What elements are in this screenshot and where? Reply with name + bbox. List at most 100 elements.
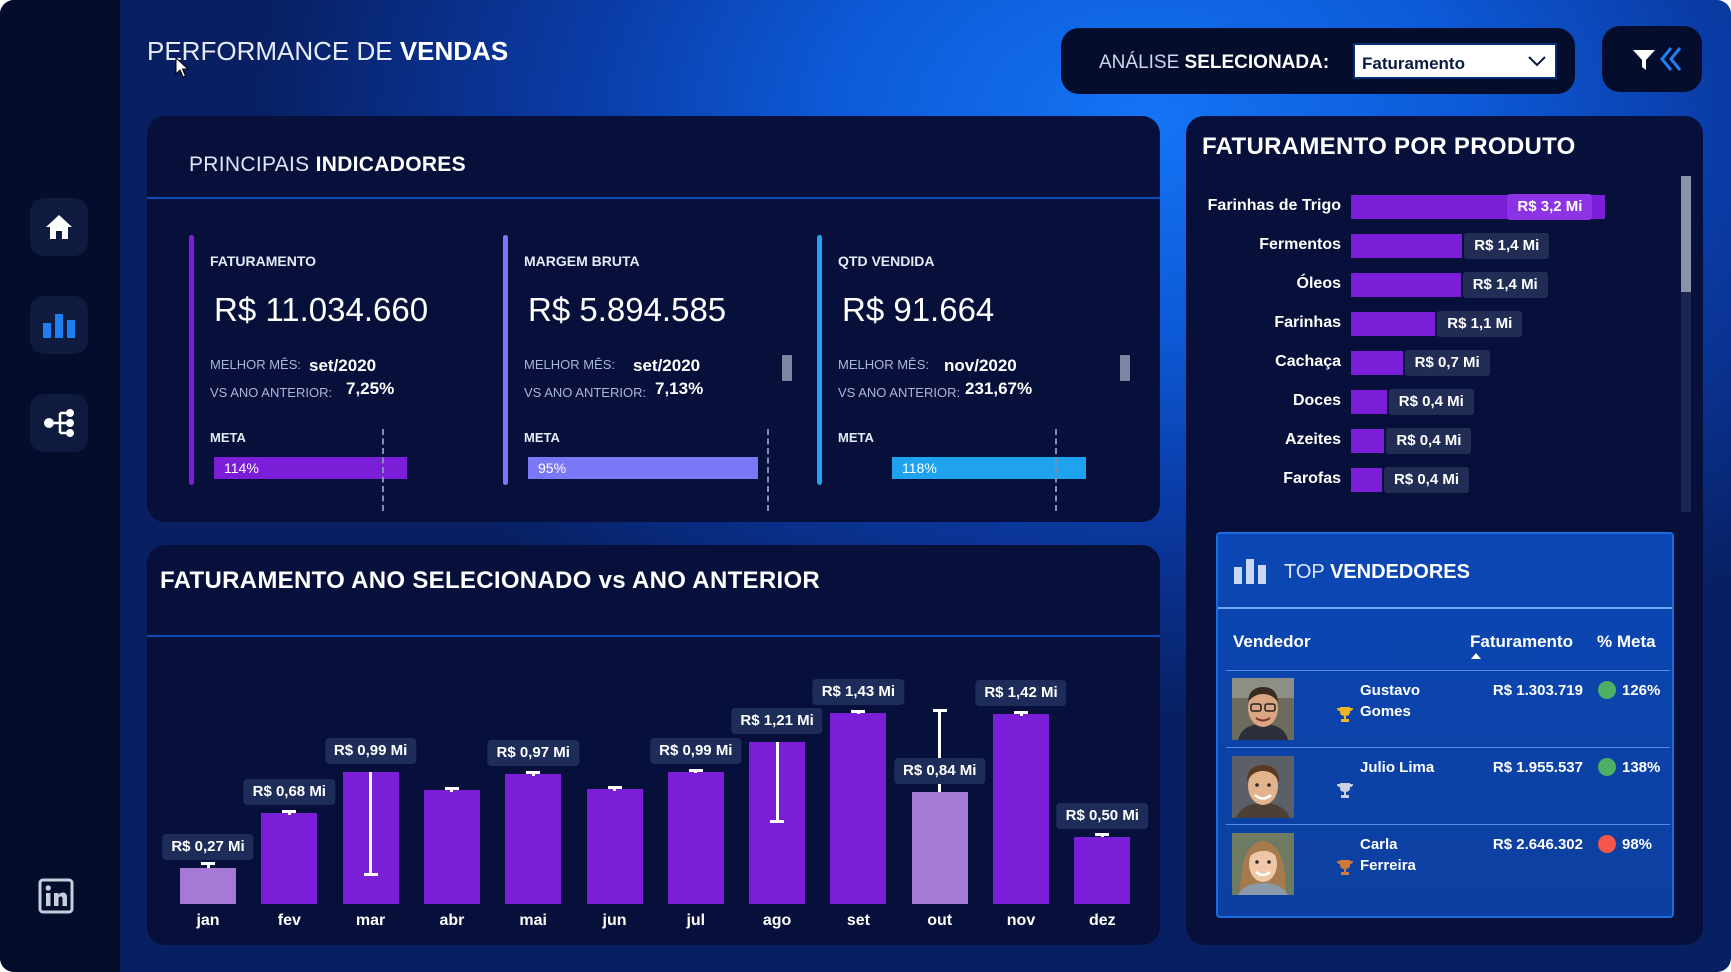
bar-fev[interactable] — [261, 813, 318, 904]
product-bar[interactable] — [1351, 234, 1463, 258]
previous-year-cap-out — [932, 708, 947, 712]
product-bar[interactable] — [1351, 312, 1436, 336]
bar-chart-icon — [43, 314, 75, 338]
product-name: Doces — [1292, 392, 1341, 409]
data-label-mai: R$ 0,97 Mi — [487, 740, 579, 767]
product-scrollbar-thumb[interactable] — [1681, 176, 1691, 292]
scroll-handle[interactable] — [782, 355, 792, 381]
best-month-label: MELHOR MÊS: — [210, 357, 302, 372]
kpi-card-margem-bruta: MARGEM BRUTA R$ 5.894.585 MELHOR MÊS: se… — [503, 235, 803, 511]
previous-year-marker-ago — [775, 742, 779, 822]
nav-report-button[interactable] — [30, 296, 88, 354]
kpi-label: MARGEM BRUTA — [524, 253, 640, 269]
meta-label: META — [524, 430, 560, 445]
month-label-jan: jan — [196, 912, 220, 929]
status-dot — [1598, 758, 1616, 776]
month-label-abr: abr — [439, 912, 465, 929]
data-label-dez: R$ 0,50 Mi — [1056, 803, 1148, 830]
previous-year-cap-mai — [526, 771, 541, 775]
avatar — [1232, 678, 1294, 740]
gold-trophy-icon — [1337, 707, 1353, 722]
bar-chart-icon — [1234, 559, 1266, 584]
month-label-nov: nov — [1006, 912, 1036, 929]
analysis-dropdown[interactable]: Faturamento — [1353, 43, 1557, 79]
status-dot — [1598, 681, 1616, 699]
seller-meta-pct: 126% — [1622, 682, 1661, 699]
nav-home-button[interactable] — [30, 198, 88, 256]
product-name: Farinhas — [1274, 314, 1341, 331]
table-row-divider — [1226, 824, 1670, 825]
mouse-cursor-icon — [175, 57, 189, 78]
page-title: PERFORMANCE DE VENDAS — [147, 36, 509, 66]
column-header-meta[interactable]: % Meta — [1597, 632, 1656, 652]
kpi-accent-bar — [189, 235, 194, 485]
top-sellers-divider — [1218, 607, 1672, 609]
filter-panel-button[interactable] — [1602, 26, 1702, 92]
seller-meta-pct: 98% — [1622, 836, 1653, 853]
seller-name: Julio Lima — [1360, 759, 1435, 776]
best-month-label: MELHOR MÊS: — [838, 357, 930, 372]
meta-target-line — [382, 429, 384, 511]
avatar — [1232, 833, 1294, 895]
kpi-card-faturamento: FATURAMENTO R$ 11.034.660 MELHOR MÊS: se… — [189, 235, 489, 511]
data-label-ago: R$ 1,21 Mi — [731, 708, 823, 735]
sort-ascending-icon[interactable] — [1470, 652, 1482, 660]
scroll-handle[interactable] — [1120, 355, 1130, 381]
product-bar[interactable] — [1351, 351, 1403, 375]
table-row-divider — [1226, 747, 1670, 748]
kpi-value: R$ 11.034.660 — [214, 291, 429, 328]
previous-year-cap-set — [851, 709, 866, 713]
product-chart-title: FATURAMENTO POR PRODUTO — [1202, 133, 1576, 160]
seller-name: Gustavo Gomes — [1360, 682, 1421, 720]
bar-jun[interactable] — [586, 788, 643, 904]
column-header-vendedor[interactable]: Vendedor — [1233, 632, 1310, 652]
table-row-divider — [1226, 670, 1670, 671]
bar-jul[interactable] — [667, 771, 724, 904]
vs-prev-value: 231,67% — [965, 379, 1033, 398]
product-bar[interactable] — [1351, 429, 1385, 453]
product-bar[interactable] — [1351, 390, 1387, 414]
data-label-fev: R$ 0,68 Mi — [243, 779, 335, 806]
data-label-set: R$ 1,43 Mi — [812, 678, 905, 705]
bar-out[interactable] — [911, 791, 968, 904]
analysis-selector-panel: ANÁLISE SELECIONADA: Faturamento — [1061, 28, 1575, 94]
previous-year-cap-mar — [363, 873, 378, 877]
data-label-jan: R$ 0,27 Mi — [162, 833, 254, 860]
linkedin-button[interactable] — [38, 878, 74, 914]
kpi-accent-bar — [817, 235, 822, 485]
month-label-dez: dez — [1088, 912, 1116, 929]
bar-set[interactable] — [830, 712, 887, 904]
seller-faturamento: R$ 1.303.719 — [1492, 682, 1583, 699]
bar-nov[interactable] — [993, 714, 1049, 904]
product-bar[interactable] — [1351, 273, 1461, 297]
month-label-ago: ago — [762, 912, 792, 929]
product-name: Fermentos — [1259, 236, 1341, 253]
best-month-value: set/2020 — [633, 356, 701, 375]
bar-jan[interactable] — [180, 867, 236, 904]
bar-dez[interactable] — [1074, 837, 1131, 904]
double-chevron-left-icon — [1660, 47, 1682, 71]
product-name: Óleos — [1296, 275, 1341, 292]
month-label-jun: jun — [602, 912, 627, 929]
bar-abr[interactable] — [423, 790, 480, 904]
month-label-out: out — [927, 912, 953, 929]
previous-year-cap-fev — [282, 810, 297, 814]
meta-label: META — [838, 430, 874, 445]
product-scrollbar[interactable] — [1681, 176, 1691, 512]
product-bar[interactable] — [1351, 468, 1382, 492]
nav-decomposition-button[interactable] — [30, 394, 88, 452]
product-value-label: R$ 3,2 Mi — [1507, 194, 1593, 220]
kpi-card-qtd-vendida: QTD VENDIDA R$ 91.664 MELHOR MÊS: nov/20… — [817, 235, 1130, 511]
meta-label: META — [210, 430, 246, 445]
monthly-chart-title: FATURAMENTO ANO SELECIONADO vs ANO ANTER… — [160, 567, 821, 594]
column-header-faturamento[interactable]: Faturamento — [1470, 632, 1573, 652]
vs-prev-value: 7,13% — [655, 379, 704, 398]
previous-year-cap-jul — [688, 768, 703, 772]
status-dot — [1598, 835, 1616, 853]
product-name: Farinhas de Trigo — [1207, 197, 1341, 214]
bar-mai[interactable] — [505, 774, 562, 904]
month-label-jul: jul — [686, 912, 706, 929]
previous-year-cap-abr — [444, 787, 459, 791]
previous-year-marker-mar — [369, 771, 373, 875]
product-value-label: R$ 1,4 Mi — [1462, 272, 1548, 298]
